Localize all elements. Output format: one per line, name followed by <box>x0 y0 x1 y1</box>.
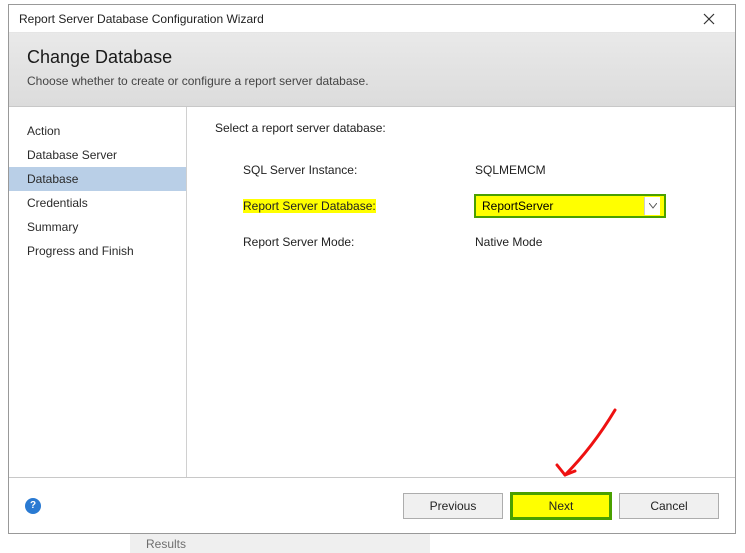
help-icon: ? <box>30 500 36 511</box>
button-label: Next <box>549 499 574 513</box>
sidebar-item-credentials[interactable]: Credentials <box>9 191 186 215</box>
sidebar-item-progress-finish[interactable]: Progress and Finish <box>9 239 186 263</box>
sidebar-item-label: Progress and Finish <box>27 244 134 258</box>
cancel-button[interactable]: Cancel <box>619 493 719 519</box>
wizard-footer: ? Previous Next Cancel <box>9 477 735 533</box>
sidebar-item-label: Credentials <box>27 196 88 210</box>
row-sql-instance: SQL Server Instance: SQLMEMCM <box>215 163 707 177</box>
help-button[interactable]: ? <box>25 498 41 514</box>
select-value: ReportServer <box>482 199 644 213</box>
background-results-text: Results <box>146 537 186 551</box>
wizard-content: Select a report server database: SQL Ser… <box>187 107 735 477</box>
page-title: Change Database <box>27 47 717 68</box>
titlebar: Report Server Database Configuration Wiz… <box>9 5 735 33</box>
row-report-server-mode: Report Server Mode: Native Mode <box>215 235 707 249</box>
sidebar-item-label: Summary <box>27 220 78 234</box>
close-icon <box>703 13 715 25</box>
wizard-steps-sidebar: Action Database Server Database Credenti… <box>9 107 187 477</box>
sidebar-item-action[interactable]: Action <box>9 119 186 143</box>
sidebar-item-database-server[interactable]: Database Server <box>9 143 186 167</box>
sidebar-item-summary[interactable]: Summary <box>9 215 186 239</box>
row-report-server-database: Report Server Database: ReportServer <box>215 195 707 217</box>
sidebar-item-label: Database <box>27 172 78 186</box>
close-button[interactable] <box>689 7 729 31</box>
label-sql-instance: SQL Server Instance: <box>243 163 357 177</box>
report-server-database-select[interactable]: ReportServer <box>475 195 665 217</box>
sidebar-item-database[interactable]: Database <box>9 167 186 191</box>
background-results-strip: Results <box>130 533 430 553</box>
button-label: Cancel <box>650 499 687 513</box>
button-label: Previous <box>430 499 477 513</box>
chevron-down-icon <box>644 197 660 215</box>
label-report-server-database: Report Server Database: <box>243 199 376 213</box>
value-sql-instance: SQLMEMCM <box>475 163 546 177</box>
sidebar-item-label: Action <box>27 124 60 138</box>
content-heading: Select a report server database: <box>215 121 707 135</box>
wizard-body: Action Database Server Database Credenti… <box>9 107 735 477</box>
sidebar-item-label: Database Server <box>27 148 117 162</box>
wizard-header: Change Database Choose whether to create… <box>9 33 735 107</box>
next-button[interactable]: Next <box>511 493 611 519</box>
label-report-server-mode: Report Server Mode: <box>243 235 354 249</box>
wizard-window: Report Server Database Configuration Wiz… <box>8 4 736 534</box>
page-subtitle: Choose whether to create or configure a … <box>27 74 717 88</box>
window-title: Report Server Database Configuration Wiz… <box>19 12 264 26</box>
previous-button[interactable]: Previous <box>403 493 503 519</box>
value-report-server-mode: Native Mode <box>475 235 542 249</box>
